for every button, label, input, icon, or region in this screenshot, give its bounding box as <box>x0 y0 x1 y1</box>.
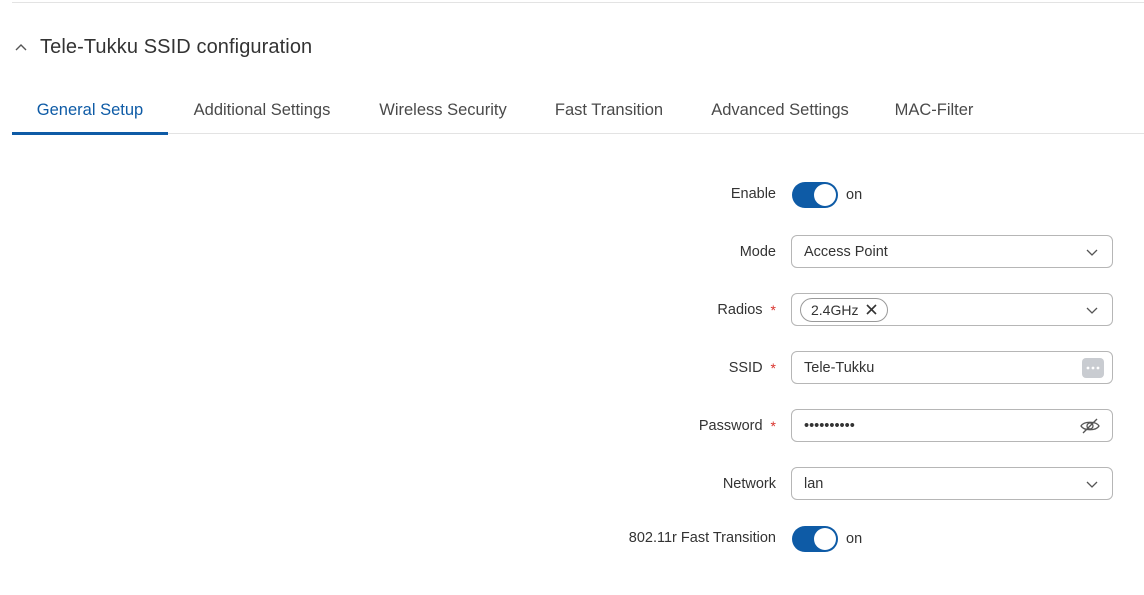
tab-advanced-settings[interactable]: Advanced Settings <box>700 88 860 133</box>
password-input[interactable] <box>804 411 1064 440</box>
ssid-field[interactable] <box>791 351 1113 384</box>
chevron-down-icon[interactable] <box>1086 304 1098 316</box>
fast-transition-state: on <box>846 531 863 547</box>
network-select[interactable]: lan <box>791 467 1113 500</box>
chevron-down-icon[interactable] <box>1086 246 1098 258</box>
chevron-down-icon[interactable] <box>1086 478 1098 490</box>
ssid-label: SSID * <box>729 351 776 385</box>
mode-select[interactable]: Access Point <box>791 235 1113 268</box>
required-mark: * <box>770 302 776 318</box>
section-title: Tele-Tukku SSID configuration <box>40 36 313 58</box>
mode-label: Mode <box>739 244 776 260</box>
ssid-input[interactable] <box>804 353 1064 382</box>
eye-slash-icon[interactable] <box>1080 417 1100 435</box>
enable-state: on <box>846 187 863 203</box>
ssid-label-text: SSID <box>728 360 763 376</box>
tab-bar: General Setup Additional Settings Wirele… <box>12 88 1144 135</box>
radios-multiselect[interactable]: 2.4GHz <box>791 293 1113 326</box>
ssid-row: SSID * <box>0 351 1144 385</box>
fast-transition-label: 802.11r Fast Transition <box>628 530 776 546</box>
chevron-up-icon[interactable] <box>14 41 28 55</box>
enable-toggle[interactable] <box>792 182 838 208</box>
network-value: lan <box>804 475 824 492</box>
network-row: Network lan <box>0 467 1144 501</box>
password-row: Password * <box>0 409 1144 443</box>
enable-row: Enable on <box>0 177 1144 211</box>
password-label: Password * <box>699 409 776 443</box>
tab-mac-filter[interactable]: MAC-Filter <box>884 88 984 133</box>
fast-transition-toggle[interactable] <box>792 526 838 552</box>
mode-row: Mode Access Point <box>0 235 1144 269</box>
required-mark: * <box>770 360 776 376</box>
tab-additional-settings[interactable]: Additional Settings <box>182 88 342 133</box>
top-divider <box>12 2 1144 3</box>
radio-chip-label: 2.4GHz <box>811 301 859 318</box>
radios-row: Radios * 2.4GHz <box>0 293 1144 327</box>
section-header[interactable]: Tele-Tukku SSID configuration <box>14 36 312 59</box>
tab-fast-transition[interactable]: Fast Transition <box>544 88 674 133</box>
password-label-text: Password <box>698 418 763 434</box>
close-icon[interactable] <box>866 304 878 315</box>
toggle-knob <box>814 184 836 206</box>
radio-chip: 2.4GHz <box>800 297 889 322</box>
tab-wireless-security[interactable]: Wireless Security <box>368 88 518 133</box>
radios-label-text: Radios <box>717 302 763 318</box>
more-dots-icon[interactable] <box>1082 358 1104 378</box>
enable-label: Enable <box>730 186 776 202</box>
radios-label: Radios * <box>717 293 776 327</box>
tab-general-setup[interactable]: General Setup <box>12 88 168 135</box>
password-field[interactable] <box>791 409 1113 442</box>
network-label: Network <box>722 476 776 492</box>
mode-value: Access Point <box>804 243 888 260</box>
toggle-knob <box>814 528 836 550</box>
required-mark: * <box>770 418 776 434</box>
fast-transition-row: 802.11r Fast Transition on <box>0 521 1144 555</box>
